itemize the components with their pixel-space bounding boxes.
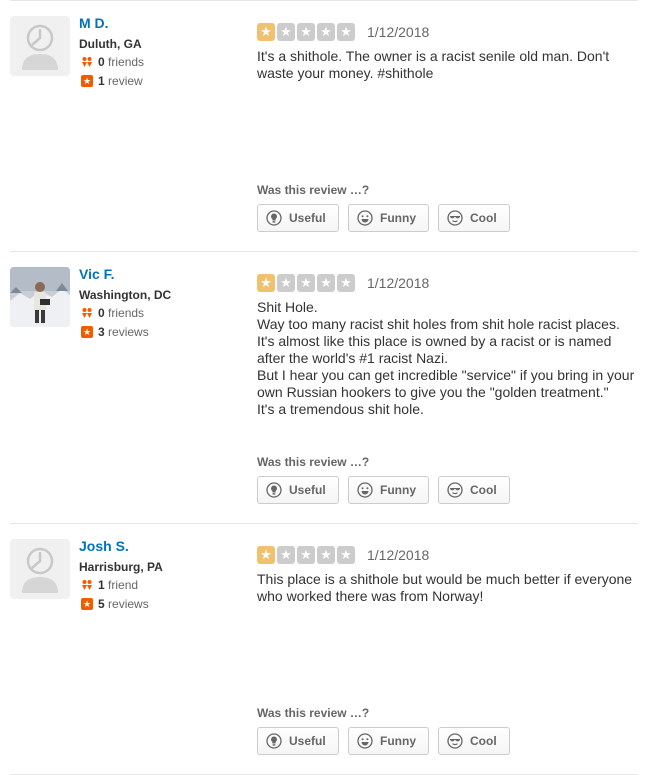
cool-button[interactable]: Cool [438, 727, 510, 755]
vote-prompt: Was this review …? [257, 455, 370, 469]
smile-icon [357, 210, 373, 226]
star-rating: ★ ★ ★ ★ ★ [257, 546, 357, 564]
star-icon: ★ [317, 23, 335, 41]
review-item: M D. Duluth, GA 0 friends 1 review ★★★★★… [0, 1, 652, 251]
star-icon: ★ [317, 546, 335, 564]
sunglasses-icon [447, 482, 463, 498]
star-rating: ★ ★ ★ ★ ★ [257, 23, 357, 41]
smile-icon [357, 733, 373, 749]
review-date: 1/12/2018 [367, 275, 430, 291]
review-star-icon [81, 326, 93, 338]
star-icon: ★ [257, 546, 275, 564]
star-icon: ★ [257, 274, 275, 292]
friends-icon [82, 580, 92, 590]
smile-icon [357, 482, 373, 498]
review-text: Shit Hole. Way too many racist shit hole… [257, 299, 635, 417]
review-text: This place is a shithole but would be mu… [257, 571, 633, 604]
user-name[interactable]: Josh S. [79, 538, 129, 554]
star-icon: ★ [337, 546, 355, 564]
sunglasses-icon [447, 733, 463, 749]
default-avatar-icon[interactable] [10, 539, 70, 599]
user-location: Duluth, GA [79, 37, 142, 51]
star-icon: ★ [297, 23, 315, 41]
lightbulb-icon [266, 733, 282, 749]
vote-prompt: Was this review …? [257, 183, 370, 197]
friends-icon [82, 57, 92, 67]
useful-button[interactable]: Useful [257, 204, 339, 232]
review-item: Vic F. Washington, DC 0 friends 3 review… [0, 252, 652, 522]
review-item: Josh S. Harrisburg, PA 1 friend 5 review… [0, 524, 652, 774]
star-icon: ★ [277, 23, 295, 41]
friend-count: 0 friends [81, 55, 144, 69]
star-icon: ★ [277, 274, 295, 292]
funny-button[interactable]: Funny [348, 727, 429, 755]
review-count: 3 reviews [81, 325, 149, 339]
star-icon: ★ [257, 23, 275, 41]
friends-icon [82, 308, 92, 318]
star-icon: ★ [317, 274, 335, 292]
lightbulb-icon [266, 210, 282, 226]
sunglasses-icon [447, 210, 463, 226]
star-icon: ★ [297, 546, 315, 564]
star-icon: ★ [277, 546, 295, 564]
review-text: It's a shithole. The owner is a racist s… [257, 48, 610, 81]
review-star-icon [81, 75, 93, 87]
review-date: 1/12/2018 [367, 547, 430, 563]
vote-prompt: Was this review …? [257, 706, 370, 720]
friend-count: 1 friend [81, 578, 138, 592]
useful-button[interactable]: Useful [257, 476, 339, 504]
star-icon: ★ [337, 274, 355, 292]
cool-button[interactable]: Cool [438, 476, 510, 504]
useful-button[interactable]: Useful [257, 727, 339, 755]
star-rating: ★ ★ ★ ★ ★ [257, 274, 357, 292]
review-count: 5 reviews [81, 597, 149, 611]
user-location: Washington, DC [79, 288, 172, 302]
lightbulb-icon [266, 482, 282, 498]
funny-button[interactable]: Funny [348, 204, 429, 232]
funny-button[interactable]: Funny [348, 476, 429, 504]
review-date: 1/12/2018 [367, 24, 430, 40]
review-count: 1 review [81, 74, 143, 88]
user-name[interactable]: Vic F. [79, 266, 115, 282]
default-avatar-icon[interactable] [10, 16, 70, 76]
star-icon: ★ [297, 274, 315, 292]
user-location: Harrisburg, PA [79, 560, 163, 574]
review-star-icon [81, 598, 93, 610]
user-name[interactable]: M D. [79, 15, 109, 31]
user-photo[interactable] [10, 267, 70, 327]
friend-count: 0 friends [81, 306, 144, 320]
star-icon: ★ [337, 23, 355, 41]
cool-button[interactable]: Cool [438, 204, 510, 232]
